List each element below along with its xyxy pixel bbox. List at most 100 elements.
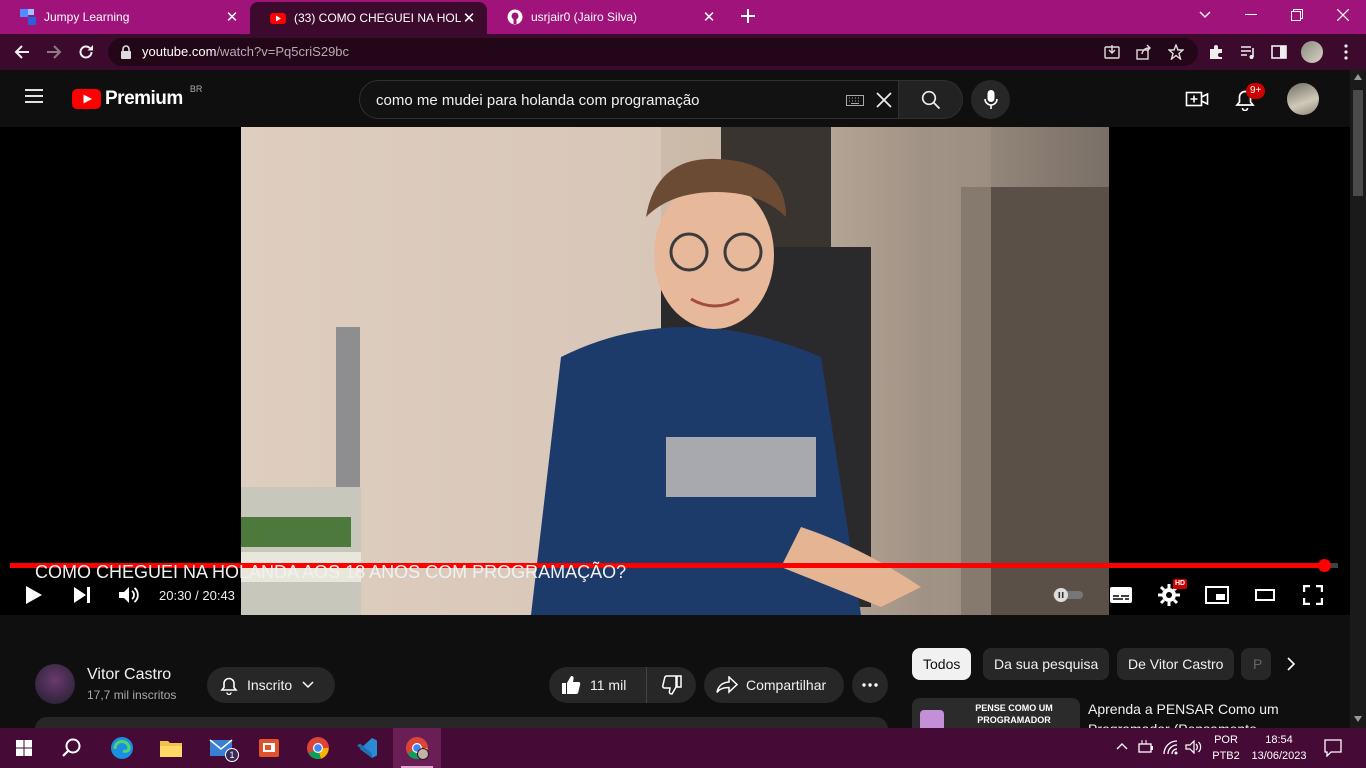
keyboard-icon[interactable]	[846, 95, 864, 106]
battery-plug-icon[interactable]	[1138, 740, 1154, 754]
extensions-button[interactable]	[1202, 38, 1230, 66]
chip-partial[interactable]: P	[1241, 648, 1271, 680]
subscribed-label: Inscrito	[247, 677, 293, 693]
tab-search-button[interactable]	[1182, 0, 1228, 30]
channel-name[interactable]: Vitor Castro	[87, 666, 171, 684]
chips-next-button[interactable]	[1275, 648, 1307, 680]
action-center-icon[interactable]	[1324, 739, 1342, 757]
tab-youtube-video[interactable]: (33) COMO CHEGUEI NA HOLANDA ✕	[250, 2, 487, 34]
miniplayer-button[interactable]	[1199, 577, 1235, 613]
bookmark-star-icon[interactable]	[1168, 44, 1184, 60]
profile-button[interactable]	[1298, 38, 1326, 66]
taskbar-chrome-profile[interactable]	[393, 728, 441, 768]
settings-button[interactable]: HD	[1151, 577, 1188, 613]
input-language[interactable]: POR PTB2	[1210, 732, 1242, 764]
subscribed-button[interactable]: Inscrito	[207, 667, 335, 703]
folder-icon	[160, 741, 182, 757]
chip-from-search[interactable]: Da sua pesquisa	[983, 648, 1110, 680]
hd-badge: HD	[1173, 579, 1188, 589]
share-icon[interactable]	[1136, 44, 1152, 60]
chip-from-channel[interactable]: De Vitor Castro	[1117, 648, 1235, 680]
close-tab-icon[interactable]: ✕	[224, 8, 240, 26]
close-tab-icon[interactable]: ✕	[701, 8, 717, 26]
region-code: BR	[189, 84, 203, 94]
video-frame[interactable]	[241, 127, 1109, 615]
thumbnail-text: PENSE COMO UM PROGRAMADOR	[975, 703, 1053, 725]
voice-search-button[interactable]	[971, 80, 1010, 119]
tab-title: usrjair0 (Jairo Silva)	[531, 10, 638, 24]
account-avatar[interactable]	[1287, 83, 1319, 115]
taskbar-powerpoint[interactable]	[245, 728, 293, 768]
side-panel-button[interactable]	[1265, 38, 1293, 66]
tab-title: Jumpy Learning	[44, 10, 130, 24]
kebab-menu-icon	[1344, 44, 1348, 60]
start-button[interactable]	[0, 728, 48, 768]
github-favicon-icon	[507, 9, 523, 25]
subtitles-button[interactable]	[1103, 577, 1139, 613]
back-button[interactable]	[8, 38, 36, 66]
microphone-icon	[983, 89, 998, 109]
search-icon	[62, 738, 81, 757]
search-button[interactable]	[899, 80, 963, 119]
share-button[interactable]: Compartilhar	[704, 667, 844, 703]
reload-button[interactable]	[72, 38, 100, 66]
browser-menu-button[interactable]	[1332, 38, 1360, 66]
taskbar-chrome[interactable]	[294, 728, 342, 768]
search-box[interactable]: como me mudei para holanda com programaç…	[359, 80, 899, 119]
play-icon	[26, 586, 42, 604]
tab-jumpy-learning[interactable]: Jumpy Learning ✕	[0, 0, 250, 34]
tab-github[interactable]: usrjair0 (Jairo Silva) ✕	[487, 0, 727, 34]
lock-icon	[121, 45, 131, 59]
install-app-icon[interactable]	[1104, 44, 1120, 60]
taskbar-vscode[interactable]	[343, 728, 391, 768]
forward-button[interactable]	[40, 38, 68, 66]
close-tab-icon[interactable]: ✕	[461, 9, 477, 27]
restore-button[interactable]	[1274, 0, 1320, 30]
restore-icon	[1291, 9, 1303, 21]
recommendation-thumbnail[interactable]: PENSE COMO UM PROGRAMADOR	[912, 698, 1080, 728]
close-window-button[interactable]	[1320, 0, 1366, 30]
recommendation-title[interactable]: Aprenda a PENSAR Como um Programador (Pe…	[1088, 699, 1288, 728]
autoplay-toggle[interactable]	[1050, 577, 1086, 613]
clear-search-icon[interactable]	[876, 92, 892, 108]
subtitles-icon	[1110, 587, 1132, 603]
video-player[interactable]: 20:30 / 20:43 HD	[0, 127, 1350, 615]
new-tab-button[interactable]	[736, 4, 760, 28]
minimize-button[interactable]	[1228, 0, 1274, 30]
taskbar-mail[interactable]: 1	[197, 728, 245, 768]
thumbs-down-icon	[661, 675, 682, 695]
show-hidden-icons-icon[interactable]	[1116, 742, 1128, 750]
minimize-icon	[1245, 14, 1257, 15]
like-count: 11 mil	[590, 677, 627, 693]
media-control-button[interactable]	[1234, 38, 1262, 66]
youtube-logo[interactable]: Premium BR	[72, 84, 203, 111]
taskbar-search-button[interactable]	[48, 728, 96, 768]
miniplayer-icon	[1205, 586, 1229, 604]
create-button[interactable]	[1185, 87, 1209, 111]
guide-menu-button[interactable]	[24, 88, 48, 108]
dislike-button[interactable]	[647, 667, 696, 703]
browser-toolbar: youtube.com/watch?v=Pq5criS29bc	[0, 34, 1366, 70]
scrollbar-thumb[interactable]	[1353, 90, 1363, 196]
more-actions-button[interactable]	[852, 667, 888, 703]
url-text: youtube.com/watch?v=Pq5criS29bc	[142, 44, 349, 59]
tab-title: (33) COMO CHEGUEI NA HOLANDA	[294, 11, 461, 25]
scroll-down-icon[interactable]	[1354, 716, 1362, 722]
chip-all[interactable]: Todos	[912, 648, 972, 680]
address-bar[interactable]: youtube.com/watch?v=Pq5criS29bc	[108, 38, 1198, 66]
scrubber-handle[interactable]	[1318, 559, 1332, 572]
channel-avatar[interactable]	[35, 664, 75, 704]
fullscreen-button[interactable]	[1295, 577, 1331, 613]
theater-mode-button[interactable]	[1247, 577, 1283, 613]
taskbar-file-explorer[interactable]	[147, 728, 195, 768]
taskbar-edge[interactable]	[98, 728, 146, 768]
wifi-icon[interactable]	[1162, 739, 1178, 755]
speaker-icon[interactable]	[1185, 740, 1203, 754]
like-button[interactable]: 11 mil	[549, 667, 647, 703]
page-scrollbar[interactable]	[1350, 70, 1366, 728]
search-input[interactable]: como me mudei para holanda com programaç…	[376, 92, 700, 109]
clock[interactable]: 18:54 13/06/2023	[1248, 732, 1310, 764]
scroll-up-icon[interactable]	[1354, 74, 1362, 80]
description-box[interactable]	[35, 717, 888, 728]
notifications-button[interactable]: 9+	[1234, 83, 1266, 112]
